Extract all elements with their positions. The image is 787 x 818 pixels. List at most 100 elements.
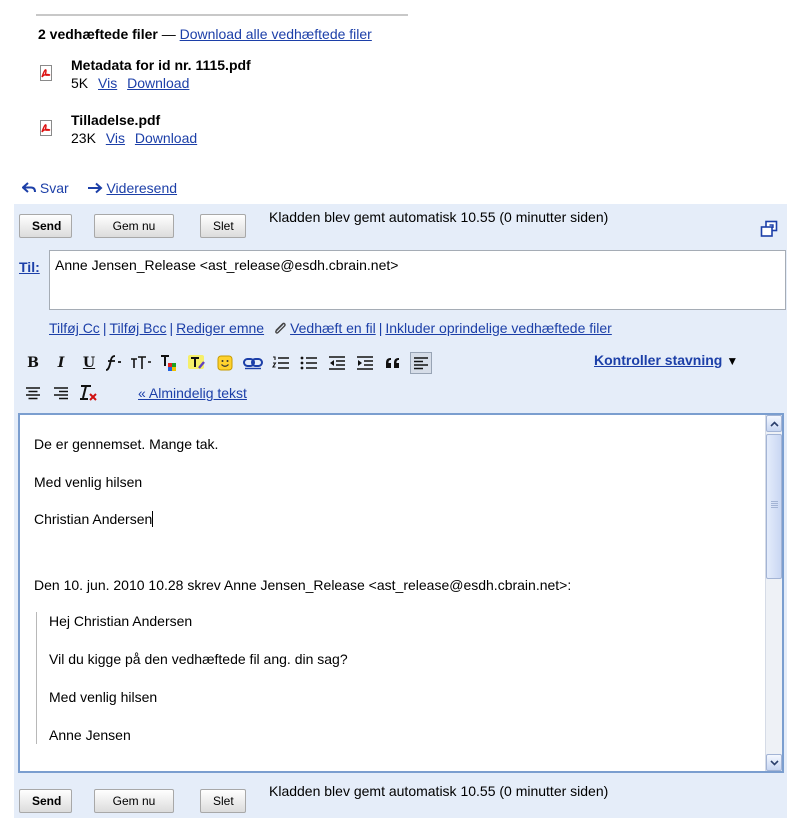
smiley-icon <box>217 355 233 371</box>
attachment-count: 2 vedhæftede filer <box>38 26 158 42</box>
highlight-icon <box>188 355 205 369</box>
link-separator: | <box>169 320 174 336</box>
bold-icon: B <box>27 355 39 371</box>
scroll-down-button[interactable] <box>766 754 782 771</box>
forward-arrow-icon <box>87 182 103 194</box>
reply-button[interactable]: Svar <box>21 180 73 196</box>
font-button[interactable] <box>104 352 126 374</box>
delete-button[interactable]: Slet <box>200 214 246 238</box>
bold-button[interactable]: B <box>22 352 44 374</box>
body-line: De er gennemset. Mange tak. <box>34 436 219 452</box>
chevron-down-icon[interactable]: ▼ <box>726 354 738 368</box>
download-all-link[interactable]: Download alle vedhæftede filer <box>180 26 372 42</box>
insert-link-button[interactable] <box>242 352 264 374</box>
attach-file-link[interactable]: Vedhæft en fil <box>290 320 376 336</box>
add-cc-link[interactable]: Tilføj Cc <box>49 320 100 336</box>
save-now-button[interactable]: Gem nu <box>94 214 174 238</box>
send-button[interactable]: Send <box>19 789 72 813</box>
save-now-button[interactable]: Gem nu <box>94 789 174 813</box>
remove-formatting-icon <box>80 385 97 401</box>
compose-panel: Send Gem nu Slet Kladden blev gemt autom… <box>14 204 787 818</box>
edit-subject-link[interactable]: Rediger emne <box>176 320 264 336</box>
attachments-header: 2 vedhæftede filer — Download alle vedhæ… <box>38 26 372 42</box>
message-body-content[interactable]: De er gennemset. Mange tak. Med venlig h… <box>34 435 754 744</box>
scroll-thumb[interactable] <box>766 434 782 579</box>
attachment-filename[interactable]: Tilladelse.pdf <box>71 112 160 128</box>
font-size-button[interactable] <box>130 352 152 374</box>
align-center-icon <box>26 387 40 400</box>
attachment-view-link[interactable]: Vis <box>98 75 117 91</box>
chevron-up-icon <box>769 420 779 427</box>
quoted-line: Hej Christian Andersen <box>49 613 193 629</box>
attachment-download-link[interactable]: Download <box>135 130 197 146</box>
quote-icon <box>386 358 399 368</box>
attachment-size: 5K <box>71 75 89 91</box>
attachment-view-link[interactable]: Vis <box>106 130 125 146</box>
include-attachments-link[interactable]: Inkluder oprindelige vedhæftede filer <box>385 320 611 336</box>
indent-button[interactable] <box>354 352 376 374</box>
underline-button[interactable]: U <box>78 352 100 374</box>
text-color-icon <box>161 355 176 371</box>
numbered-list-icon <box>272 356 289 369</box>
align-left-icon <box>414 357 428 370</box>
autosave-status: Kladden blev gemt automatisk 10.55 (0 mi… <box>269 209 609 225</box>
link-icon <box>243 358 263 370</box>
quoted-message: Hej Christian Andersen Vil du kigge på d… <box>36 612 754 744</box>
outdent-icon <box>329 356 345 370</box>
chevron-down-icon <box>769 759 779 766</box>
outdent-button[interactable] <box>326 352 348 374</box>
emoticon-button[interactable] <box>214 352 236 374</box>
pdf-icon <box>40 65 52 81</box>
forward-label: Videresend <box>106 180 178 196</box>
attachment-size: 23K <box>71 130 96 146</box>
forward-button[interactable]: Videresend <box>87 180 177 196</box>
spellcheck-control[interactable]: Kontroller stavning ▼ <box>594 352 738 368</box>
header-dash: — <box>157 26 180 42</box>
popout-icon[interactable] <box>760 220 778 238</box>
plain-text-link[interactable]: « Almindelig tekst <box>138 385 247 401</box>
separator-line <box>36 14 408 16</box>
link-separator: | <box>102 320 107 336</box>
attachment-download-link[interactable]: Download <box>127 75 189 91</box>
pdf-icon <box>40 120 52 136</box>
compose-field-links: Tilføj Cc | Tilføj Bcc | Rediger emne Vedhæf… <box>49 320 612 337</box>
align-right-button[interactable] <box>50 382 72 404</box>
attachment-meta: 5K Vis Download <box>71 75 189 91</box>
underline-icon: U <box>82 355 96 371</box>
align-left-button[interactable] <box>410 352 432 374</box>
body-line: Med venlig hilsen <box>34 474 143 490</box>
remove-formatting-button[interactable] <box>78 382 100 404</box>
quoted-line: Vil du kigge på den vedhæftede fil ang. … <box>49 651 348 667</box>
align-right-icon <box>54 387 68 400</box>
text-cursor <box>152 511 154 527</box>
text-color-button[interactable] <box>158 352 180 374</box>
quoted-line: Anne Jensen <box>49 727 131 743</box>
bullet-list-icon <box>300 356 317 370</box>
quote-button[interactable] <box>382 352 404 374</box>
quoted-line: Med venlig hilsen <box>49 689 158 705</box>
scroll-up-button[interactable] <box>766 415 782 432</box>
add-bcc-link[interactable]: Tilføj Bcc <box>109 320 166 336</box>
delete-button[interactable]: Slet <box>200 789 246 813</box>
spellcheck-link[interactable]: Kontroller stavning <box>594 352 722 368</box>
to-field[interactable]: Anne Jensen_Release <ast_release@esdh.cb… <box>49 250 786 310</box>
numbered-list-button[interactable] <box>270 352 292 374</box>
font-family-icon <box>105 355 121 371</box>
to-label[interactable]: Til: <box>19 259 40 275</box>
italic-button[interactable]: I <box>50 352 72 374</box>
quote-header: Den 10. jun. 2010 10.28 skrev Anne Jense… <box>34 577 572 593</box>
send-button[interactable]: Send <box>19 214 72 238</box>
bullet-list-button[interactable] <box>298 352 320 374</box>
indent-icon <box>357 356 373 370</box>
align-center-button[interactable] <box>22 382 44 404</box>
reply-bar: Svar Videresend <box>21 180 177 196</box>
attachment-filename[interactable]: Metadata for id nr. 1115.pdf <box>71 57 251 73</box>
highlight-button[interactable] <box>186 352 208 374</box>
attachment-meta: 23K Vis Download <box>71 130 197 146</box>
editor-scrollbar[interactable] <box>765 415 782 771</box>
reply-arrow-icon <box>21 182 36 193</box>
signature-name: Christian Andersen <box>34 511 153 527</box>
paperclip-icon <box>275 323 286 335</box>
message-body-editor[interactable]: De er gennemset. Mange tak. Med venlig h… <box>18 413 784 773</box>
to-field-value: Anne Jensen_Release <ast_release@esdh.cb… <box>55 257 399 273</box>
